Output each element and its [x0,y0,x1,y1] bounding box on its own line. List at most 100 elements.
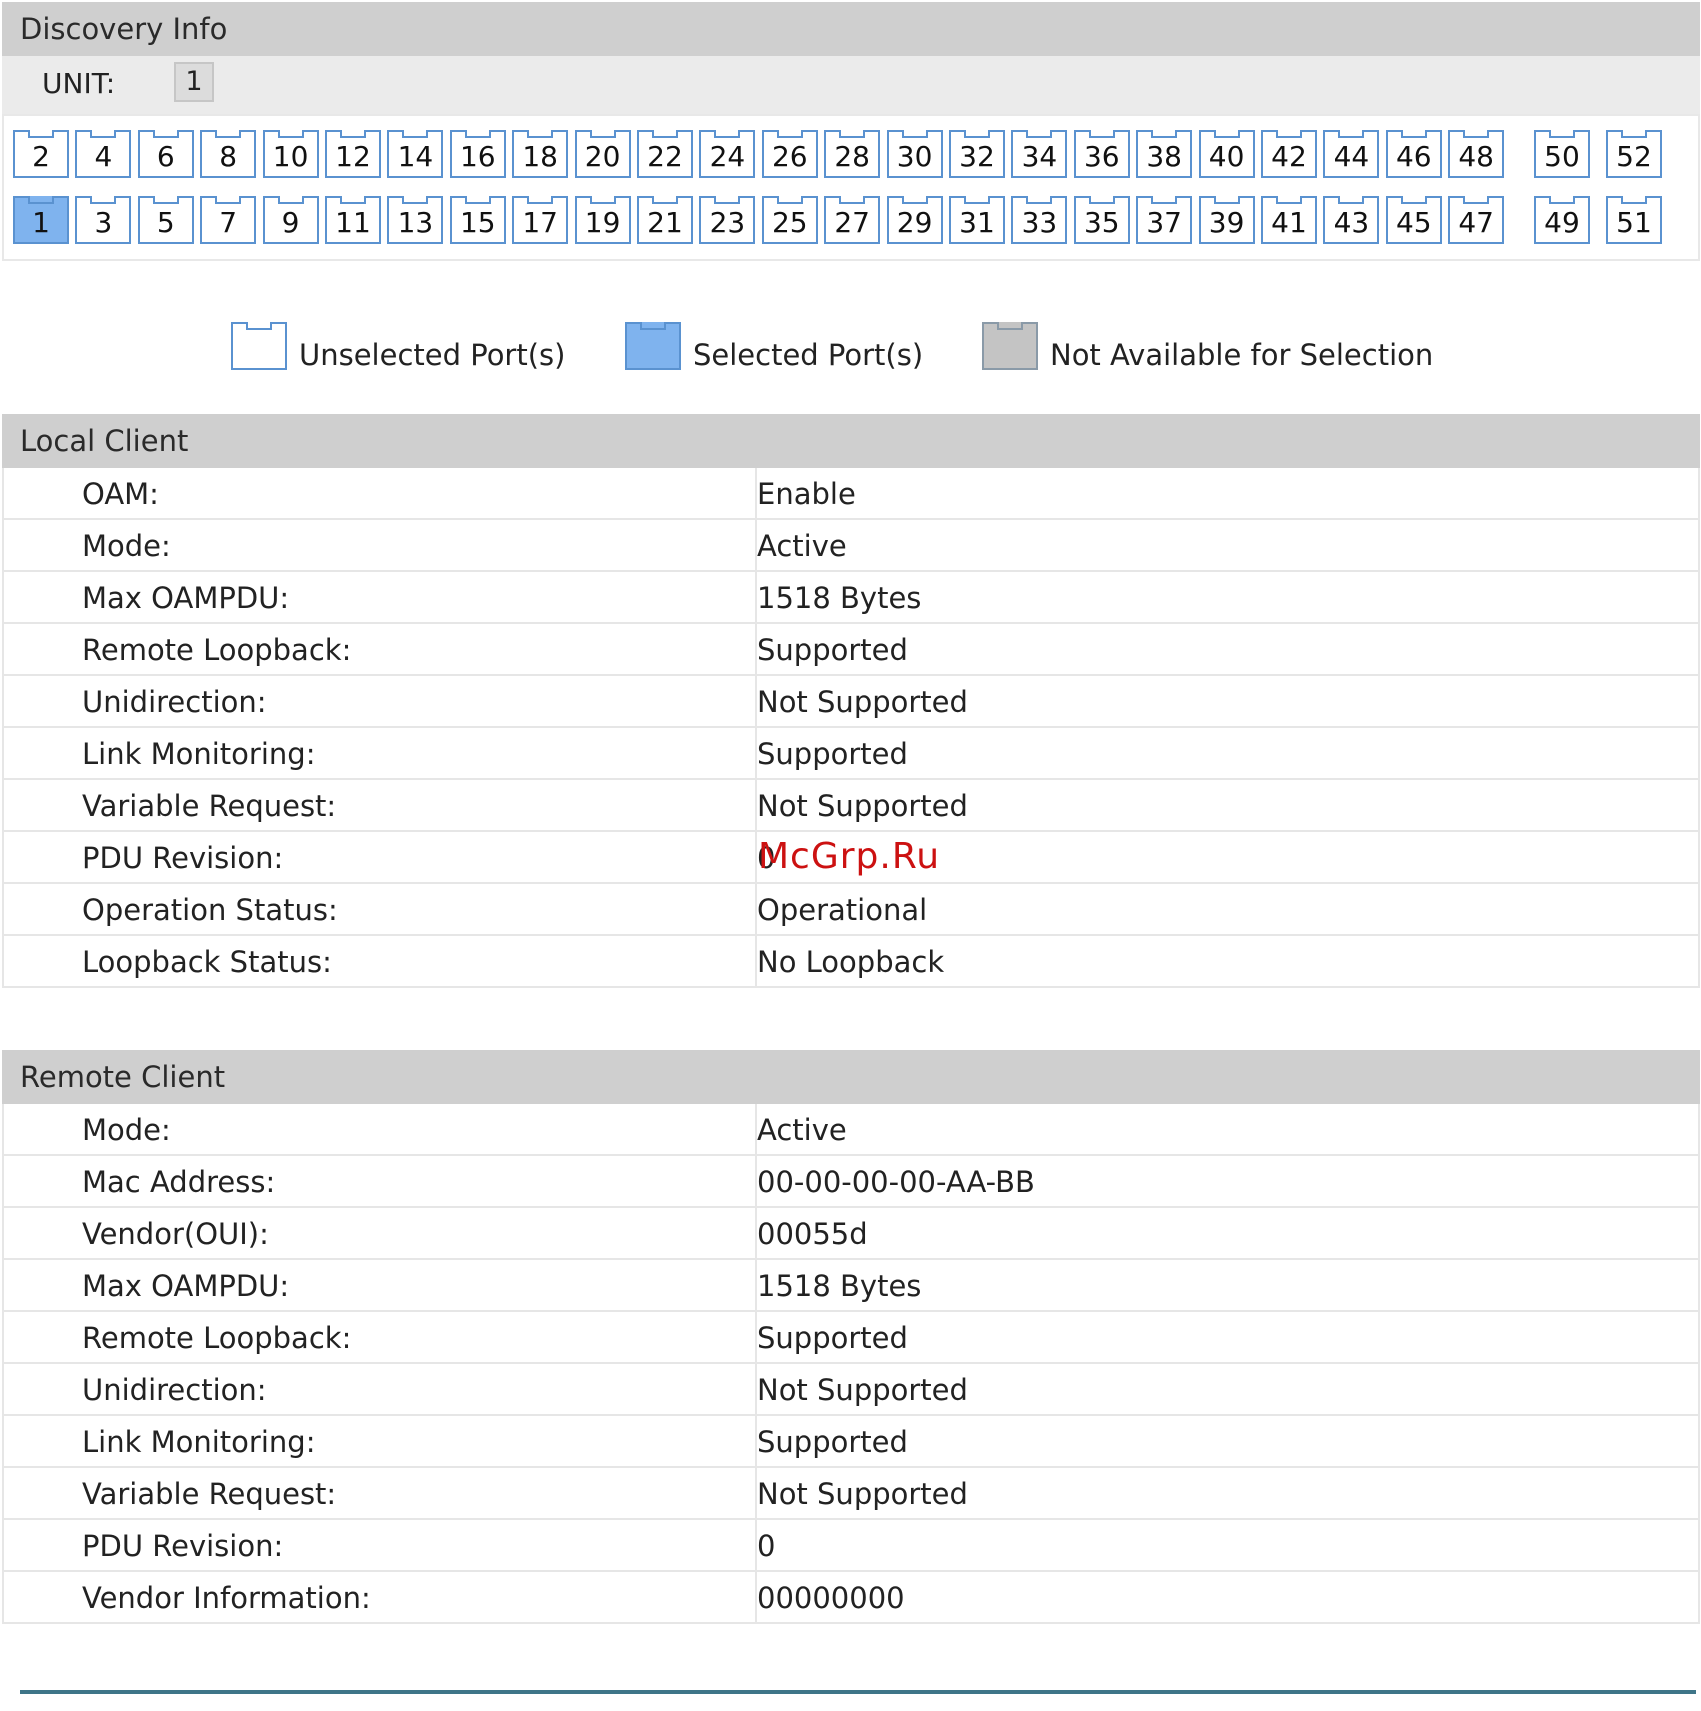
port-44-button[interactable]: 44 [1323,130,1380,178]
port-12-button[interactable]: 12 [325,130,381,178]
info-label: Vendor(OUI): [82,1217,269,1251]
unit-row: UNIT: 1 [2,56,1700,114]
port-23-button[interactable]: 23 [699,196,756,244]
info-label: OAM: [82,477,159,511]
unit-label: UNIT: [42,67,116,100]
port-41-button[interactable]: 41 [1261,196,1317,244]
port-39-button[interactable]: 39 [1198,196,1255,244]
port-40-button[interactable]: 40 [1198,130,1255,178]
port-1-button[interactable]: 1 [13,196,69,244]
legend-not-available-label: Not Available for Selection [1050,338,1434,372]
info-value: 1518 Bytes [757,1269,922,1303]
port-14-button[interactable]: 14 [387,130,444,178]
port-13-button[interactable]: 13 [387,196,444,244]
info-row: Loopback Status: No Loopback [2,936,1700,988]
info-label: PDU Revision: [82,841,284,875]
selected-port-icon [625,322,681,370]
unselected-port-icon [231,322,287,370]
port-8-button[interactable]: 8 [200,130,257,178]
port-51-button[interactable]: 51 [1606,196,1662,244]
port-25-button[interactable]: 25 [761,196,818,244]
info-label: Operation Status: [82,893,338,927]
legend-unselected: Unselected Port(s) [231,322,565,374]
port-24-button[interactable]: 24 [699,130,756,178]
port-10-button[interactable]: 10 [262,130,319,178]
info-row: Remote Loopback: Supported [2,1312,1700,1364]
discovery-info-header: Discovery Info [2,2,1700,56]
port-20-button[interactable]: 20 [574,130,631,178]
info-row: Operation Status: Operational [2,884,1700,936]
port-15-button[interactable]: 15 [449,196,506,244]
port-34-button[interactable]: 34 [1011,130,1068,178]
watermark: McGrp.Ru [758,836,941,877]
port-50-button[interactable]: 50 [1534,130,1590,178]
info-label: Link Monitoring: [82,737,316,771]
port-42-button[interactable]: 42 [1261,130,1317,178]
port-47-button[interactable]: 47 [1448,196,1505,244]
legend-selected: Selected Port(s) [625,322,925,374]
info-row: Unidirection: Not Supported [2,676,1700,728]
info-value: Not Supported [757,789,968,823]
port-49-button[interactable]: 49 [1534,196,1590,244]
port-37-button[interactable]: 37 [1136,196,1193,244]
info-label: Vendor Information: [82,1581,371,1615]
port-33-button[interactable]: 33 [1011,196,1068,244]
info-row: Variable Request: Not Supported [2,1468,1700,1520]
unit-selector-button[interactable]: 1 [174,62,214,102]
port-43-button[interactable]: 43 [1323,196,1380,244]
port-17-button[interactable]: 17 [512,196,569,244]
port-22-button[interactable]: 22 [637,130,693,178]
port-35-button[interactable]: 35 [1073,196,1130,244]
info-label: PDU Revision: [82,1529,284,1563]
info-value: 00055d [757,1217,868,1251]
info-label: Remote Loopback: [82,1321,352,1355]
port-28-button[interactable]: 28 [824,130,881,178]
port-3-button[interactable]: 3 [75,196,132,244]
port-32-button[interactable]: 32 [949,130,1005,178]
port-30-button[interactable]: 30 [886,130,943,178]
info-row: Max OAMPDU: 1518 Bytes [2,572,1700,624]
info-row: Max OAMPDU: 1518 Bytes [2,1260,1700,1312]
port-52-button[interactable]: 52 [1606,130,1662,178]
port-7-button[interactable]: 7 [200,196,257,244]
info-label: Mode: [82,1113,171,1147]
port-5-button[interactable]: 5 [137,196,194,244]
info-label: Max OAMPDU: [82,581,290,615]
port-19-button[interactable]: 19 [574,196,631,244]
port-46-button[interactable]: 46 [1385,130,1442,178]
info-label: Variable Request: [82,789,337,823]
port-45-button[interactable]: 45 [1385,196,1442,244]
port-4-button[interactable]: 4 [75,130,132,178]
port-16-button[interactable]: 16 [449,130,506,178]
info-label: Unidirection: [82,685,267,719]
info-row: Remote Loopback: Supported [2,624,1700,676]
info-value: 00000000 [757,1581,905,1615]
port-9-button[interactable]: 9 [262,196,319,244]
port-27-button[interactable]: 27 [824,196,881,244]
port-48-button[interactable]: 48 [1448,130,1505,178]
info-label: Mac Address: [82,1165,276,1199]
local-client-table: OAM: Enable Mode: Active Max OAMPDU: 1518 Byt… [2,468,1700,988]
info-value: Supported [757,1321,908,1355]
info-value: Supported [757,1425,908,1459]
info-row: Unidirection: Not Supported [2,1364,1700,1416]
port-2-button[interactable]: 2 [13,130,69,178]
port-21-button[interactable]: 21 [637,196,693,244]
port-38-button[interactable]: 38 [1136,130,1193,178]
port-6-button[interactable]: 6 [137,130,194,178]
port-36-button[interactable]: 36 [1073,130,1130,178]
info-row: Vendor(OUI): 00055d [2,1208,1700,1260]
info-row: Link Monitoring: Supported [2,1416,1700,1468]
port-31-button[interactable]: 31 [949,196,1005,244]
info-row: Vendor Information: 00000000 [2,1572,1700,1624]
info-value: Not Supported [757,685,968,719]
port-26-button[interactable]: 26 [761,130,818,178]
remote-client-header: Remote Client [2,1050,1700,1104]
bottom-divider [20,1690,1696,1694]
unavailable-port-icon [982,322,1038,370]
port-29-button[interactable]: 29 [886,196,943,244]
legend-not-available: Not Available for Selection [982,322,1433,374]
port-18-button[interactable]: 18 [512,130,569,178]
port-11-button[interactable]: 11 [325,196,381,244]
info-label: Mode: [82,529,171,563]
